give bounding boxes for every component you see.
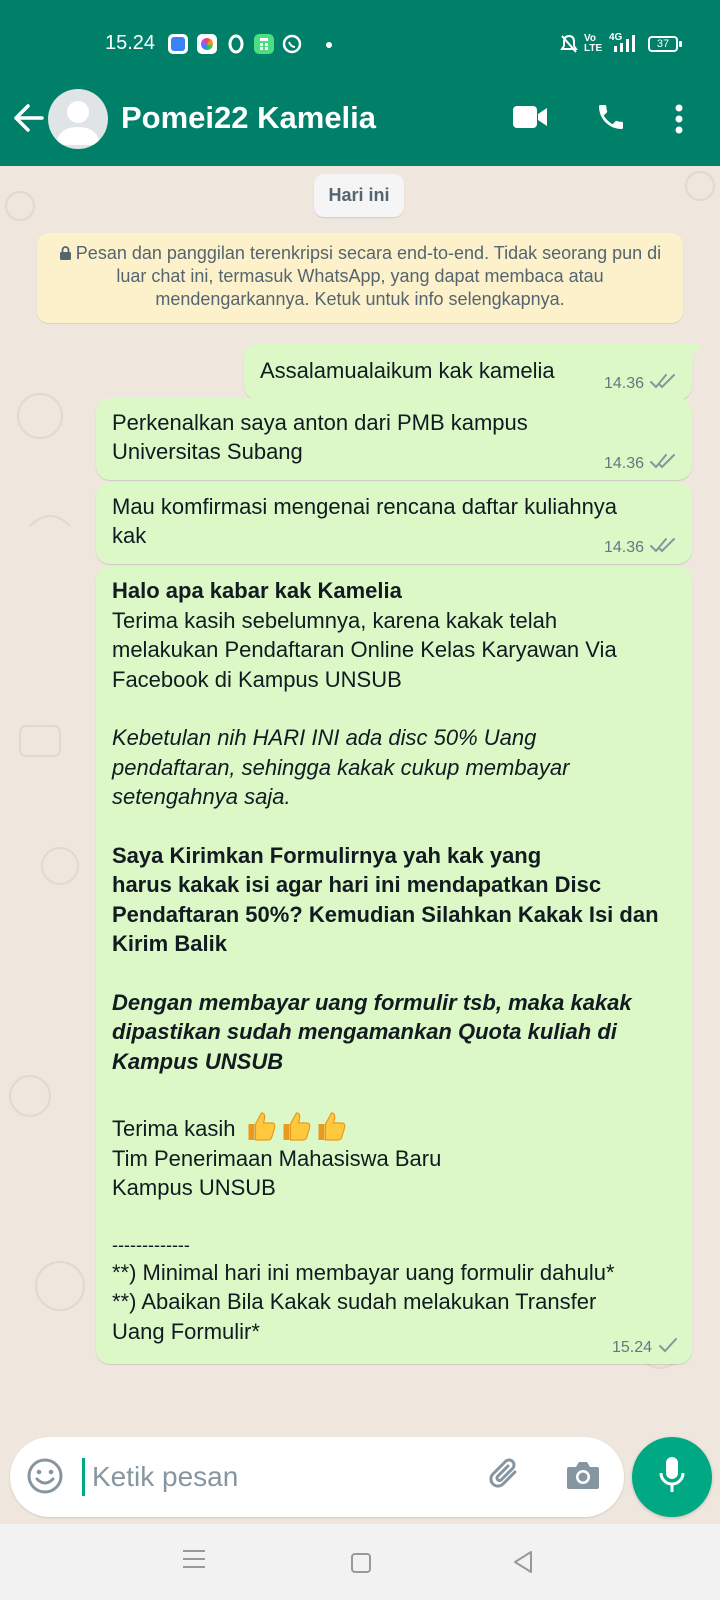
- notification-app-icon: [168, 34, 188, 54]
- single-check-icon: [658, 1337, 678, 1358]
- message-line: Kampus UNSUB: [112, 1175, 276, 1200]
- mic-icon: [658, 1455, 686, 1500]
- more-notifications-dot: [326, 42, 332, 48]
- app-header: 15.24 Vo LTE 4G 37 Pomei22 Kamelia: [0, 0, 720, 166]
- date-chip: Hari ini: [314, 174, 404, 217]
- message-meta: 15.24: [612, 1337, 678, 1358]
- message-line: Facebook di Kampus UNSUB: [112, 666, 402, 692]
- nav-back-icon[interactable]: [512, 1550, 534, 1579]
- message-bubble[interactable]: Perkenalkan saya anton dari PMB kampus U…: [96, 398, 692, 480]
- message-time: 14.36: [603, 374, 644, 392]
- message-line: kak: [112, 523, 147, 548]
- battery-indicator: 37: [648, 36, 678, 52]
- message-text: Perkenalkan saya anton dari PMB kampus U…: [112, 408, 676, 466]
- message-meta: 14.36: [604, 537, 678, 558]
- message-bubble[interactable]: Halo apa kabar kak Kamelia Terima kasih …: [96, 566, 692, 1364]
- status-time: 15.24: [105, 32, 156, 54]
- notification-photos-icon: [197, 34, 217, 54]
- message-time: 14.36: [603, 454, 644, 472]
- status-bar: 15.24 Vo LTE 4G 37: [0, 30, 720, 60]
- lock-icon: [59, 243, 72, 260]
- video-call-icon[interactable]: [512, 104, 548, 135]
- message-line: Perkenalkan saya anton dari PMB kampus: [112, 410, 528, 435]
- message-divider: -------------: [112, 1234, 190, 1255]
- message-line: Uang Formulir*: [112, 1318, 260, 1344]
- message-line: Kirim Balik: [112, 931, 227, 956]
- message-line: harus kakak isi agar hari ini mendapatka…: [112, 872, 602, 897]
- message-line: Dengan membayar uang formulir tsb, maka …: [112, 989, 632, 1015]
- contact-name[interactable]: Pomei22 Kamelia: [121, 100, 376, 136]
- message-line: Saya Kirimkan Formulirnya yah kak yang: [112, 842, 542, 868]
- avatar-placeholder-icon[interactable]: [48, 89, 108, 149]
- message-line: Tim Penerimaan Mahasiswa Baru: [112, 1145, 442, 1171]
- message-meta: 14.36: [604, 373, 678, 394]
- message-line: Universitas Subang: [112, 439, 303, 464]
- double-check-icon: [650, 453, 678, 474]
- message-time: 14.36: [603, 538, 644, 556]
- message-line: Terima kasih: [112, 1116, 236, 1141]
- nav-home-icon[interactable]: [350, 1552, 372, 1579]
- message-line: pendaftaran, sehingga kakak cukup membay…: [112, 754, 570, 780]
- message-bubble[interactable]: Mau komfirmasi mengenai rencana daftar k…: [96, 482, 692, 564]
- message-line: **) Abaikan Bila Kakak sudah melakukan T…: [112, 1289, 597, 1314]
- message-composer: [10, 1437, 624, 1517]
- double-check-icon: [650, 537, 678, 558]
- message-meta: 14.36: [604, 453, 678, 474]
- message-line: Kebetulan nih HARI INI ada disc 50% Uang: [112, 725, 537, 750]
- camera-icon[interactable]: [565, 1458, 601, 1497]
- emoji-icon[interactable]: [26, 1457, 64, 1500]
- notification-opera-icon: [226, 34, 246, 54]
- back-arrow-icon[interactable]: [12, 100, 44, 136]
- message-text: Halo apa kabar kak Kamelia Terima kasih …: [112, 576, 676, 1346]
- encryption-notice[interactable]: Pesan dan panggilan terenkripsi secara e…: [37, 233, 683, 323]
- voice-call-icon[interactable]: [595, 101, 627, 138]
- message-greeting: Halo apa kabar kak Kamelia: [112, 578, 402, 603]
- message-line: Kampus UNSUB: [112, 1048, 284, 1074]
- more-vert-icon[interactable]: [674, 104, 684, 139]
- thanks-line: Terima kasih: [112, 1110, 676, 1144]
- encryption-notice-text: Pesan dan panggilan terenkripsi secara e…: [75, 243, 662, 309]
- message-line: melakukan Pendaftaran Online Kelas Karya…: [112, 637, 617, 662]
- message-input[interactable]: [80, 1447, 460, 1507]
- volte-indicator: Vo LTE: [584, 33, 603, 54]
- nav-menu-icon[interactable]: [182, 1548, 206, 1575]
- signal-icon: [612, 34, 638, 57]
- message-time: 15.24: [611, 1338, 652, 1356]
- message-line: dipastikan sudah mengamankan Quota kulia…: [112, 1019, 617, 1044]
- attach-icon[interactable]: [485, 1455, 525, 1500]
- system-navigation-bar: [0, 1524, 720, 1600]
- mic-button[interactable]: [632, 1437, 712, 1517]
- message-line: setengahnya saja.: [112, 784, 291, 809]
- thumbs-up-emoji-icon: [242, 1112, 347, 1141]
- bubble-tail: [682, 344, 702, 358]
- message-line: Terima kasih sebelumnya, karena kakak te…: [112, 607, 558, 633]
- message-bubble[interactable]: Assalamualaikum kak kamelia 14.36: [244, 344, 702, 400]
- notification-whatsapp-icon: [282, 34, 302, 54]
- message-text: Mau komfirmasi mengenai rencana daftar k…: [112, 492, 676, 550]
- message-line: **) Minimal hari ini membayar uang formu…: [112, 1259, 615, 1285]
- battery-tip: [679, 41, 682, 47]
- chat-area[interactable]: Hari ini Pesan dan panggilan terenkripsi…: [0, 166, 720, 1426]
- double-check-icon: [650, 373, 678, 394]
- mute-icon: [560, 34, 578, 57]
- notification-calculator-icon: [254, 34, 274, 54]
- message-line: Pendaftaran 50%? Kemudian Silahkan Kakak…: [112, 901, 659, 927]
- message-line: Mau komfirmasi mengenai rencana daftar k…: [112, 494, 618, 519]
